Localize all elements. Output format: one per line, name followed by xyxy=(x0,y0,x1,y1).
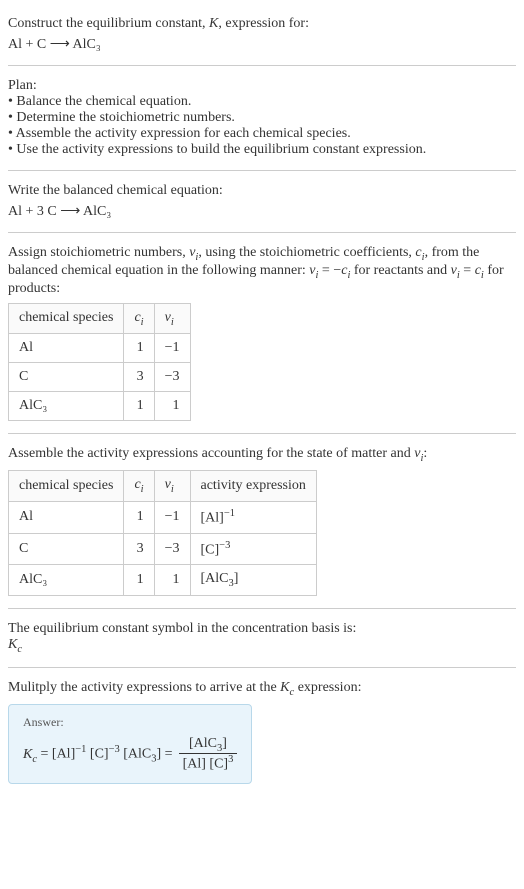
table-header-row: chemical species ci νi activity expressi… xyxy=(9,471,317,502)
col-expr: activity expression xyxy=(190,471,316,502)
cell-expr: [Al]−1 xyxy=(190,501,316,533)
plan-heading: Plan: xyxy=(8,78,516,94)
table-row: C 3 −3 xyxy=(9,363,191,392)
table-row: C 3 −3 [C]−3 xyxy=(9,533,317,565)
multiply-heading: Mulitply the activity expressions to arr… xyxy=(8,680,516,698)
cell-vi: −3 xyxy=(154,363,190,392)
answer-label: Answer: xyxy=(23,715,237,730)
cell-ci: 3 xyxy=(124,533,154,565)
divider xyxy=(8,667,516,668)
cell-species: AlC₃ xyxy=(9,392,124,421)
cell-ci: 1 xyxy=(124,501,154,533)
divider xyxy=(8,433,516,434)
activity-section: Assemble the activity expressions accoun… xyxy=(8,438,516,604)
divider xyxy=(8,608,516,609)
stoich-section: Assign stoichiometric numbers, νi, using… xyxy=(8,237,516,429)
cell-vi: 1 xyxy=(154,392,190,421)
stoich-heading: Assign stoichiometric numbers, νi, using… xyxy=(8,245,516,297)
kc-denominator: [Al] [C]3 xyxy=(179,754,238,773)
kc-expression: Kc = [Al]−1 [C]−3 [AlC3] = [AlC3] [Al] [… xyxy=(23,736,237,773)
cell-expr: [AlC3] xyxy=(190,565,316,596)
symbol-section: The equilibrium constant symbol in the c… xyxy=(8,613,516,663)
col-species: chemical species xyxy=(9,303,124,334)
col-vi: νi xyxy=(154,303,190,334)
plan-item: Determine the stoichiometric numbers. xyxy=(8,110,516,126)
cell-ci: 1 xyxy=(124,392,154,421)
cell-species: C xyxy=(9,363,124,392)
col-vi: νi xyxy=(154,471,190,502)
cell-vi: −1 xyxy=(154,334,190,363)
activity-table: chemical species ci νi activity expressi… xyxy=(8,470,317,596)
balanced-equation: Al + 3 C ⟶ AlC₃ xyxy=(8,203,516,220)
plan-section: Plan: Balance the chemical equation. Det… xyxy=(8,70,516,166)
cell-ci: 1 xyxy=(124,334,154,363)
cell-ci: 1 xyxy=(124,565,154,596)
table-row: Al 1 −1 xyxy=(9,334,191,363)
table-row: Al 1 −1 [Al]−1 xyxy=(9,501,317,533)
kc-fraction: [AlC3] [Al] [C]3 xyxy=(179,736,238,773)
kc-lhs: Kc = [Al]−1 [C]−3 [AlC3] = xyxy=(23,744,173,764)
balanced-heading: Write the balanced chemical equation: xyxy=(8,183,516,199)
cell-ci: 3 xyxy=(124,363,154,392)
plan-item: Use the activity expressions to build th… xyxy=(8,142,516,158)
prompt-section: Construct the equilibrium constant, K, e… xyxy=(8,8,516,61)
symbol-value: Kc xyxy=(8,637,516,655)
col-ci: ci xyxy=(124,471,154,502)
plan-list: Balance the chemical equation. Determine… xyxy=(8,94,516,158)
prompt-line1: Construct the equilibrium constant, K, e… xyxy=(8,16,516,32)
plan-item: Assemble the activity expression for eac… xyxy=(8,126,516,142)
plan-item: Balance the chemical equation. xyxy=(8,94,516,110)
table-row: AlC₃ 1 1 [AlC3] xyxy=(9,565,317,596)
cell-species: Al xyxy=(9,334,124,363)
col-ci: ci xyxy=(124,303,154,334)
balanced-section: Write the balanced chemical equation: Al… xyxy=(8,175,516,228)
cell-species: Al xyxy=(9,501,124,533)
col-species: chemical species xyxy=(9,471,124,502)
symbol-heading: The equilibrium constant symbol in the c… xyxy=(8,621,516,637)
cell-species: C xyxy=(9,533,124,565)
table-header-row: chemical species ci νi xyxy=(9,303,191,334)
divider xyxy=(8,170,516,171)
cell-vi: −1 xyxy=(154,501,190,533)
cell-expr: [C]−3 xyxy=(190,533,316,565)
activity-heading: Assemble the activity expressions accoun… xyxy=(8,446,516,464)
table-row: AlC₃ 1 1 xyxy=(9,392,191,421)
prompt-equation: Al + C ⟶ AlC₃ xyxy=(8,36,516,53)
cell-vi: −3 xyxy=(154,533,190,565)
answer-box: Answer: Kc = [Al]−1 [C]−3 [AlC3] = [AlC3… xyxy=(8,704,252,784)
multiply-section: Mulitply the activity expressions to arr… xyxy=(8,672,516,792)
divider xyxy=(8,232,516,233)
stoich-table: chemical species ci νi Al 1 −1 C 3 −3 Al… xyxy=(8,303,191,422)
divider xyxy=(8,65,516,66)
cell-species: AlC₃ xyxy=(9,565,124,596)
cell-vi: 1 xyxy=(154,565,190,596)
kc-numerator: [AlC3] xyxy=(185,736,231,754)
